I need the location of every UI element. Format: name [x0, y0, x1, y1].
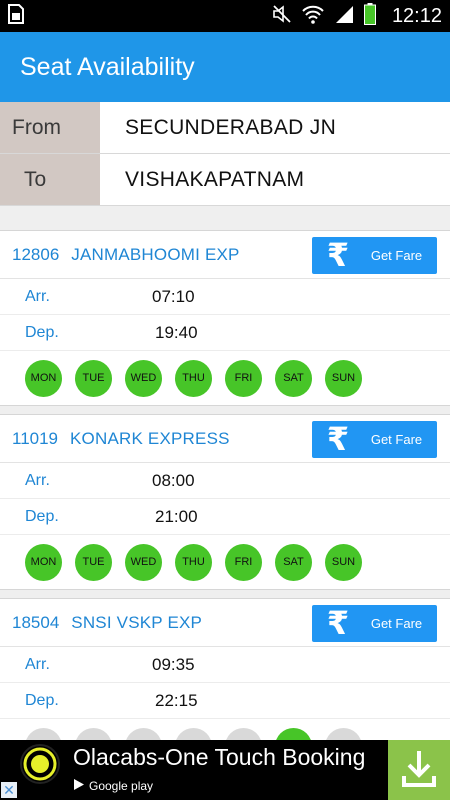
from-station[interactable]: SECUNDERABAD JN	[100, 102, 450, 153]
ola-logo-icon	[20, 744, 60, 784]
google-play-badge: Google play	[73, 778, 153, 794]
day-sun-badge: SUN	[325, 543, 362, 581]
day-wed-badge: WED	[125, 359, 162, 397]
get-fare-label: Get Fare	[370, 248, 423, 263]
departure-time: 21:00	[155, 506, 198, 526]
arrival-label: Arr.	[25, 655, 50, 673]
day-wed-badge: WED	[125, 543, 162, 581]
to-label: To	[0, 154, 100, 205]
day-thu-badge: THU	[175, 727, 212, 740]
from-label: From	[0, 102, 100, 153]
train-card[interactable]: 18504 SNSI VSKP EXP ₹ Get Fare Arr. 09:3…	[0, 598, 450, 740]
rupee-icon: ₹	[326, 605, 350, 641]
status-bar: 12:12	[0, 0, 450, 32]
ad-title[interactable]: Olacabs-One Touch Booking	[73, 744, 365, 771]
departure-label: Dep.	[25, 691, 59, 709]
page-title: Seat Availability	[20, 52, 195, 81]
get-fare-label: Get Fare	[370, 432, 423, 447]
download-icon	[401, 748, 437, 793]
train-list[interactable]: 12806 JANMABHOOMI EXP ₹ Get Fare Arr. 07…	[0, 206, 450, 740]
app-bar: Seat Availability	[0, 32, 450, 102]
day-tue-badge: TUE	[75, 359, 112, 397]
day-wed-badge: WED	[125, 727, 162, 740]
day-tue-badge: TUE	[75, 727, 112, 740]
train-header: 11019 KONARK EXPRESS ₹ Get Fare	[0, 415, 450, 463]
arrival-row: Arr. 07:10	[0, 279, 450, 315]
train-header: 18504 SNSI VSKP EXP ₹ Get Fare	[0, 599, 450, 647]
route-from-row: From SECUNDERABAD JN	[0, 102, 450, 154]
train-card[interactable]: 12806 JANMABHOOMI EXP ₹ Get Fare Arr. 07…	[0, 230, 450, 406]
status-time: 12:12	[391, 4, 442, 27]
get-fare-label: Get Fare	[370, 616, 423, 631]
train-card[interactable]: 11019 KONARK EXPRESS ₹ Get Fare Arr. 08:…	[0, 414, 450, 590]
running-days: MON TUE WED THU FRI SAT SUN	[0, 351, 450, 405]
arrival-label: Arr.	[25, 471, 50, 489]
day-sun-badge: SUN	[325, 727, 362, 740]
signal-icon	[334, 4, 354, 29]
day-mon-badge: MON	[25, 543, 62, 581]
arrival-row: Arr. 09:35	[0, 647, 450, 683]
departure-label: Dep.	[25, 323, 59, 341]
day-sat-badge: SAT	[275, 543, 312, 581]
departure-row: Dep. 22:15	[0, 683, 450, 719]
departure-row: Dep. 21:00	[0, 499, 450, 535]
day-fri-badge: FRI	[225, 543, 262, 581]
day-tue-badge: TUE	[75, 543, 112, 581]
day-thu-badge: THU	[175, 359, 212, 397]
departure-label: Dep.	[25, 507, 59, 525]
to-station[interactable]: VISHAKAPATNAM	[100, 154, 450, 205]
ad-close-icon[interactable]: ✕	[1, 782, 17, 798]
train-number[interactable]: 18504	[12, 613, 59, 633]
day-sun-badge: SUN	[325, 359, 362, 397]
store-name: Google play	[89, 779, 154, 793]
day-mon-badge: MON	[25, 359, 62, 397]
get-fare-button[interactable]: ₹ Get Fare	[312, 421, 437, 458]
battery-icon	[363, 2, 376, 30]
sim-card-icon	[8, 3, 24, 29]
arrival-label: Arr.	[25, 287, 50, 305]
mute-icon	[272, 4, 292, 29]
day-fri-badge: FRI	[225, 359, 262, 397]
day-sat-badge: SAT	[275, 727, 312, 740]
running-days: MON TUE WED THU FRI SAT SUN	[0, 535, 450, 589]
running-days: MON TUE WED THU FRI SAT SUN	[0, 719, 450, 740]
departure-time: 19:40	[155, 322, 198, 342]
arrival-row: Arr. 08:00	[0, 463, 450, 499]
arrival-time: 09:35	[152, 654, 195, 674]
get-fare-button[interactable]: ₹ Get Fare	[312, 237, 437, 274]
day-mon-badge: MON	[25, 727, 62, 740]
download-button[interactable]	[388, 740, 450, 800]
wifi-icon	[302, 4, 324, 29]
day-thu-badge: THU	[175, 543, 212, 581]
arrival-time: 08:00	[152, 470, 195, 490]
train-number[interactable]: 12806	[12, 245, 59, 265]
train-header: 12806 JANMABHOOMI EXP ₹ Get Fare	[0, 231, 450, 279]
route-to-row: To VISHAKAPATNAM	[0, 154, 450, 206]
day-sat-badge: SAT	[275, 359, 312, 397]
departure-row: Dep. 19:40	[0, 315, 450, 351]
day-fri-badge: FRI	[225, 727, 262, 740]
arrival-time: 07:10	[152, 286, 195, 306]
play-store-icon	[73, 778, 85, 794]
get-fare-button[interactable]: ₹ Get Fare	[312, 605, 437, 642]
rupee-icon: ₹	[326, 421, 350, 457]
ad-banner[interactable]: Olacabs-One Touch Booking Google play ✕	[0, 740, 450, 800]
departure-time: 22:15	[155, 690, 198, 710]
train-number[interactable]: 11019	[12, 429, 58, 449]
rupee-icon: ₹	[326, 237, 350, 273]
